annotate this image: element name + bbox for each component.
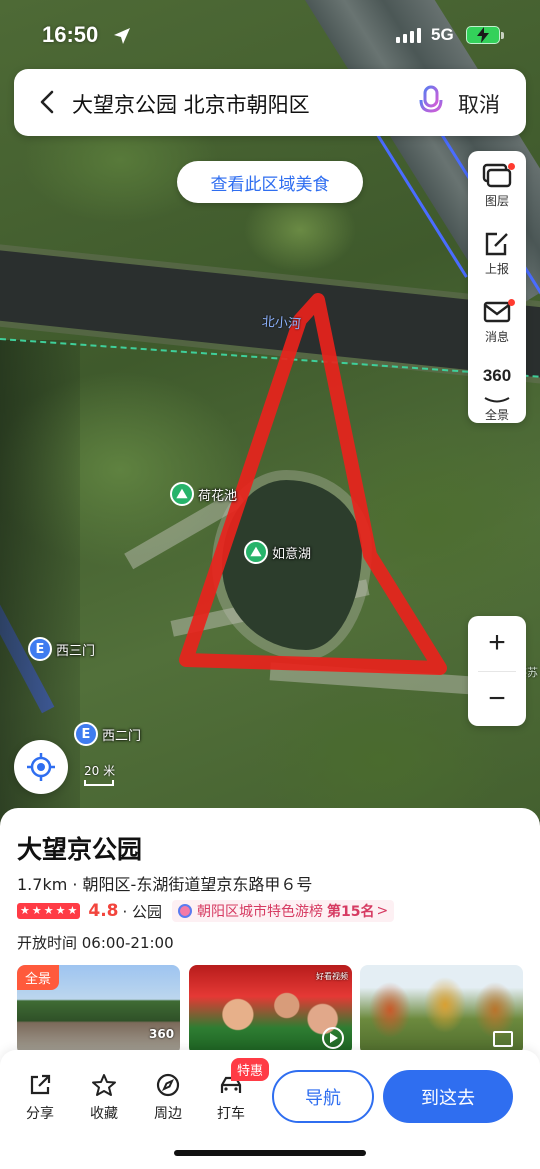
video-source-tag: 好看视频	[316, 972, 348, 981]
ranking-icon	[178, 904, 193, 918]
cancel-button[interactable]: 取消	[458, 89, 500, 119]
scenic-spot-icon: ⛰	[170, 482, 194, 506]
report-icon	[485, 232, 508, 256]
action-label: 分享	[26, 1106, 54, 1122]
entrance-icon: E	[28, 637, 52, 661]
search-bar[interactable]: 大望京公园 北京市朝阳区 取消	[14, 69, 526, 136]
poi-lotus-pond[interactable]: ⛰ 荷花池	[170, 482, 237, 506]
canal-label: 北小河	[261, 314, 302, 333]
scenic-spot-icon: ⛰	[244, 540, 268, 564]
poi-west-gate-2[interactable]: E 西二门	[74, 722, 141, 746]
messages-button[interactable]: 消息	[468, 287, 526, 355]
go-here-button[interactable]: 到这去	[383, 1070, 513, 1123]
zoom-out-button[interactable]: −	[468, 672, 526, 726]
charging-icon	[477, 27, 489, 43]
panorama-360-icon: 360	[482, 366, 512, 385]
navigate-button[interactable]: 导航	[272, 1070, 374, 1123]
compass-icon	[156, 1073, 180, 1097]
panorama-360-tag: 360	[149, 1027, 175, 1041]
status-time: 16:50	[42, 22, 99, 47]
nearby-button[interactable]: 周边	[143, 1073, 193, 1123]
share-button[interactable]: 分享	[15, 1073, 65, 1123]
map-scale: 20 米	[84, 762, 115, 786]
search-query[interactable]: 大望京公园 北京市朝阳区	[72, 89, 310, 119]
scale-label: 20 米	[84, 764, 116, 778]
panorama-badge: 全景	[17, 965, 60, 990]
poi-label: 荷花池	[198, 488, 238, 504]
star-icon: ★	[67, 904, 78, 917]
gallery-icon	[493, 1031, 513, 1047]
back-arrow-icon[interactable]	[36, 89, 60, 115]
zoom-in-button[interactable]: +	[468, 616, 526, 670]
signal-icon	[396, 28, 421, 43]
crosshair-icon	[27, 753, 55, 781]
star-icon	[92, 1074, 116, 1096]
chevron-right-icon: >	[376, 903, 389, 919]
opening-hours: 开放时间 06:00-21:00	[17, 934, 174, 952]
tool-label: 消息	[484, 330, 509, 344]
place-address: 1.7km · 朝阳区-东湖街道望京东路甲６号	[17, 875, 313, 894]
play-icon	[322, 1027, 344, 1049]
ranking-text: 朝阳区城市特色游榜	[197, 904, 324, 920]
scale-bar	[84, 780, 114, 786]
panorama-photo[interactable]: 全景 360	[17, 965, 180, 1055]
share-icon	[30, 1074, 51, 1095]
entrance-icon: E	[74, 722, 98, 746]
action-label: 周边	[154, 1106, 182, 1122]
star-icon: ★	[43, 904, 54, 917]
panorama-arc-icon	[484, 397, 510, 403]
action-label: 收藏	[90, 1106, 118, 1122]
promo-badge: 特惠	[231, 1058, 270, 1081]
ranking-position: 第15名	[327, 904, 375, 920]
panorama-button[interactable]: 360 全景	[468, 355, 526, 423]
tool-label: 上报	[484, 262, 509, 276]
ranking-badge[interactable]: 朝阳区城市特色游榜 第15名 >	[172, 900, 395, 922]
park-photo[interactable]	[360, 965, 523, 1055]
tool-label: 全景	[484, 408, 509, 422]
rating-row: ★ ★ ★ ★ ★ 4.8 · 公园 朝阳区城市特色游榜 第15名 >	[17, 900, 395, 922]
poi-ruyi-lake[interactable]: ⛰ 如意湖	[244, 540, 311, 564]
star-rating: ★ ★ ★ ★ ★	[17, 903, 81, 919]
location-arrow-icon	[114, 28, 130, 44]
place-category: · 公园	[122, 902, 163, 921]
poi-label: 西二门	[102, 728, 142, 744]
microphone-icon[interactable]	[418, 85, 444, 119]
report-button[interactable]: 上报	[468, 219, 526, 287]
layers-button[interactable]: 图层	[468, 151, 526, 219]
star-icon: ★	[55, 904, 66, 917]
map-tools-panel: 图层 上报 消息 360 全景	[468, 151, 526, 423]
status-bar: 16:50 5G	[0, 0, 540, 70]
poi-west-gate-3[interactable]: E 西三门	[28, 637, 95, 661]
network-type: 5G	[431, 25, 454, 44]
poi-label: 西三门	[56, 643, 96, 659]
view-area-food-button[interactable]: 查看此区域美食	[177, 161, 363, 203]
video-thumbnail[interactable]: 好看视频	[189, 965, 352, 1055]
poi-label: 如意湖	[272, 546, 312, 562]
home-indicator	[174, 1150, 366, 1156]
place-name: 大望京公园	[17, 835, 143, 864]
tool-label: 图层	[484, 194, 509, 208]
action-label: 打车	[217, 1106, 245, 1122]
star-icon: ★	[31, 904, 42, 917]
notification-dot	[508, 163, 515, 170]
locate-me-button[interactable]	[14, 740, 68, 794]
rating-score: 4.8	[88, 901, 119, 921]
zoom-control: + −	[468, 616, 526, 726]
notification-dot	[508, 299, 515, 306]
favorite-button[interactable]: 收藏	[79, 1073, 129, 1123]
star-icon: ★	[20, 904, 30, 917]
